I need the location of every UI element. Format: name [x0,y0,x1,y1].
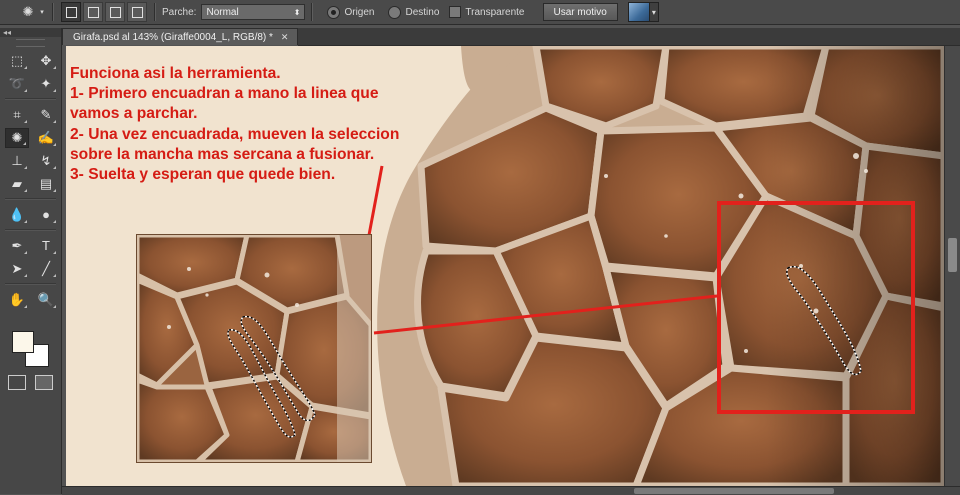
parche-label: Parche: [162,6,197,18]
path-select-icon[interactable]: ➤ [5,259,29,279]
document-tab[interactable]: Girafa.psd al 143% (Giraffe0004_L, RGB/8… [62,28,298,45]
add-to-selection-button[interactable] [83,2,103,22]
intersect-selection-button[interactable] [127,2,147,22]
select-arrows-icon: ⬍ [293,7,301,17]
brush-icon[interactable]: ✍ [34,128,58,148]
foreground-color-swatch[interactable] [12,331,34,353]
hand-icon[interactable]: ✋ [5,290,29,310]
pattern-dropdown-icon[interactable]: ▾ [649,2,659,22]
zoom-inset-image [136,234,372,463]
panel-grip[interactable] [16,39,45,47]
line-icon[interactable]: ╱ [34,259,58,279]
patch-icon[interactable]: ✺ [5,127,29,148]
screen-mode-icon[interactable] [35,375,53,390]
tab-strip [298,28,960,46]
destino-label: Destino [405,6,440,18]
parche-select[interactable]: Normal ⬍ [201,4,306,20]
vertical-scrollbar[interactable] [944,46,960,486]
tool-separator [5,198,56,200]
options-bar: ✺ ▾ Parche: Normal ⬍ Origen Destino Tran… [0,0,960,25]
tool-row: ➰ ✦ [0,72,61,95]
eraser-icon[interactable]: ▰ [5,174,29,194]
gradient-icon[interactable]: ▤ [34,174,58,194]
tool-row: ✋ 🔍 [0,288,61,311]
tool-row: ⬚ ✥ [0,49,61,72]
pattern-swatch[interactable] [627,2,650,22]
close-tab-icon[interactable]: ✕ [281,32,289,43]
crop-icon[interactable]: ⌗ [5,105,29,125]
magic-wand-icon[interactable]: ✦ [34,74,58,94]
tool-separator [5,229,56,231]
tutorial-annotation: Funciona asi la herramienta. 1- Primero … [70,65,400,184]
tool-preset-dropdown-icon[interactable]: ▾ [38,3,46,21]
type-icon[interactable]: T [34,236,58,256]
tools-panel: ◂◂ ⬚ ✥ ➰ ✦ ⌗ ✎ ✺ ✍ ⊥ ↯ ▰ ▤ 💧 ● ✒ T ➤ ╱ ✋ 🔍 [0,28,62,494]
origen-radio[interactable] [327,5,341,19]
new-selection-button[interactable] [61,2,81,22]
parche-select-value: Normal [206,6,239,18]
blur-icon[interactable]: 💧 [5,205,29,225]
vertical-scroll-thumb[interactable] [948,238,957,272]
lasso-icon[interactable]: ➰ [5,74,29,94]
tool-row: ✒ T [0,234,61,257]
patch-tool-preset-icon[interactable]: ✺ [18,3,38,21]
marquee-icon[interactable]: ⬚ [5,51,29,71]
use-pattern-button[interactable]: Usar motivo [542,3,618,21]
tool-row: 💧 ● [0,203,61,226]
move-icon[interactable]: ✥ [34,51,58,71]
transparente-label: Transparente [465,6,525,18]
tool-row: ⊥ ↯ [0,149,61,172]
document-canvas[interactable]: Funciona asi la herramienta. 1- Primero … [66,46,944,486]
eyedropper-icon[interactable]: ✎ [34,105,58,125]
stamp-icon[interactable]: ⊥ [5,151,29,171]
quick-mask-icon[interactable] [8,375,26,390]
tool-row: ▰ ▤ [0,172,61,195]
tool-row: ✺ ✍ [0,126,61,149]
tool-row: ➤ ╱ [0,257,61,280]
horizontal-scroll-thumb[interactable] [634,488,834,494]
destino-radio[interactable] [388,5,402,19]
tool-row: ⌗ ✎ [0,103,61,126]
subtract-from-selection-button[interactable] [105,2,125,22]
zoom-icon[interactable]: 🔍 [34,290,58,310]
tool-separator [5,283,56,285]
separator [52,3,54,21]
separator [154,3,156,21]
transparente-checkbox[interactable] [449,6,462,18]
document-tab-title: Girafa.psd al 143% (Giraffe0004_L, RGB/8… [73,31,273,43]
pen-icon[interactable]: ✒ [5,236,29,256]
dodge-icon[interactable]: ● [34,205,58,225]
separator [311,3,314,21]
collapse-panel-icon[interactable]: ◂◂ [0,28,61,37]
tool-separator [5,98,56,100]
origen-label: Origen [344,6,375,18]
history-brush-icon[interactable]: ↯ [34,151,58,171]
